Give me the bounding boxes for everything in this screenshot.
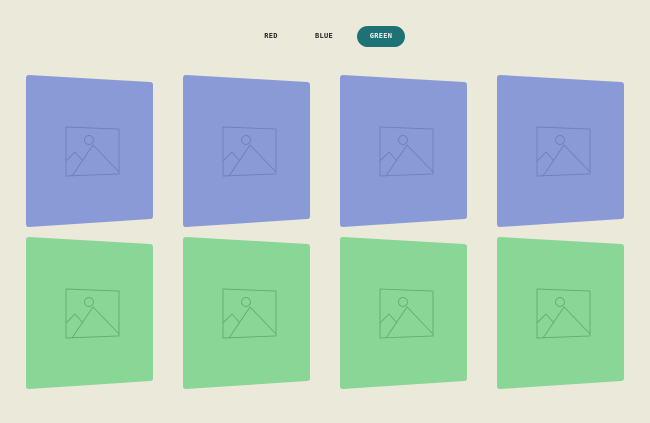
gallery-card[interactable] [497, 75, 624, 228]
card-background [497, 75, 624, 227]
card-background [183, 75, 310, 227]
gallery-card[interactable] [26, 237, 153, 390]
gallery-card[interactable] [183, 75, 310, 228]
card-background [340, 237, 467, 389]
card-background [26, 237, 153, 389]
filter-blue-button[interactable]: BLUE [305, 26, 343, 47]
card-background [497, 237, 624, 389]
filter-green-button[interactable]: GREEN [357, 26, 405, 47]
gallery-card[interactable] [183, 237, 310, 390]
filter-red-button[interactable]: RED [252, 26, 290, 47]
gallery-card[interactable] [340, 75, 467, 228]
gallery-card[interactable] [26, 75, 153, 228]
card-background [26, 75, 153, 227]
filter-bar: RED BLUE GREEN [0, 26, 650, 47]
card-background [183, 237, 310, 389]
gallery-card[interactable] [497, 237, 624, 390]
card-background [340, 75, 467, 227]
gallery-card[interactable] [340, 237, 467, 390]
